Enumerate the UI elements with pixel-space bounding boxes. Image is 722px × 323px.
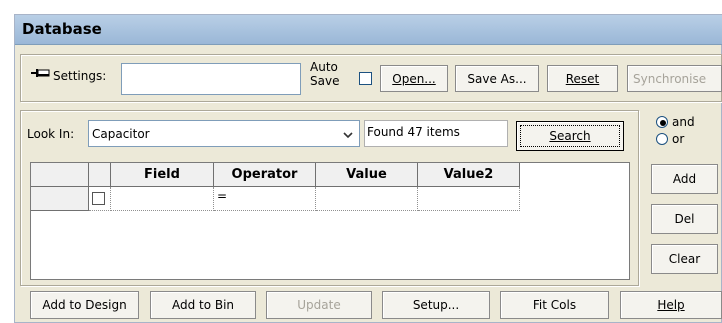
reset-button[interactable]: Reset (547, 65, 618, 92)
fit-cols-button[interactable]: Fit Cols (500, 291, 609, 319)
open-button[interactable]: Open... (380, 65, 448, 92)
search-button[interactable]: Search (516, 121, 624, 151)
update-label: Update (297, 298, 341, 312)
and-radio[interactable] (656, 116, 668, 128)
panel-title-bar (15, 15, 722, 45)
setup-label: Setup... (412, 298, 460, 312)
add-to-design-button[interactable]: Add to Design (30, 291, 139, 319)
add-button-label: Add (672, 172, 697, 186)
setup-button[interactable]: Setup... (382, 291, 490, 319)
row-operator-cell[interactable]: = (214, 187, 316, 211)
row-value2-cell[interactable] (418, 187, 520, 211)
auto-save-checkbox[interactable] (359, 72, 372, 85)
or-label: or (672, 132, 685, 146)
save-as-button[interactable]: Save As... (455, 65, 539, 92)
update-button[interactable]: Update (266, 291, 372, 319)
panel-title: Database (22, 20, 102, 38)
settings-label: Settings: (53, 69, 107, 83)
found-items-text: Found 47 items (367, 125, 460, 139)
add-to-bin-label: Add to Bin (171, 298, 235, 312)
table-row[interactable]: = (31, 187, 520, 211)
look-in-value: Capacitor (92, 127, 150, 141)
row-field-cell[interactable] (111, 187, 214, 211)
clear-button[interactable]: Clear (651, 244, 718, 274)
add-button[interactable]: Add (651, 164, 718, 194)
column-header-value2[interactable]: Value2 (418, 163, 520, 187)
row-value-cell[interactable] (316, 187, 418, 211)
row-check-cell (89, 187, 111, 211)
grid-header-check (89, 163, 111, 187)
del-button-label: Del (674, 212, 695, 226)
clear-button-label: Clear (668, 252, 701, 266)
and-label: and (672, 115, 695, 129)
add-to-bin-button[interactable]: Add to Bin (150, 291, 256, 319)
search-focus-rect (520, 125, 620, 147)
auto-save-label-line1: Auto (310, 60, 338, 74)
row-checkbox[interactable] (92, 192, 105, 205)
column-header-field[interactable]: Field (111, 163, 214, 187)
row-header (31, 187, 89, 211)
pin-icon[interactable] (30, 66, 52, 82)
synchronise-button-label: Synchronise (633, 71, 707, 86)
settings-field[interactable] (121, 63, 301, 95)
reset-button-label: Reset (565, 71, 600, 86)
help-button[interactable]: Help (620, 291, 722, 319)
help-label: Help (657, 298, 685, 312)
synchronise-button[interactable]: Synchronise (627, 65, 722, 92)
open-button-label: Open... (392, 71, 436, 86)
look-in-label: Look In: (27, 127, 75, 141)
or-radio[interactable] (656, 133, 668, 145)
del-button[interactable]: Del (651, 204, 718, 234)
look-in-dropdown[interactable]: Capacitor (88, 120, 360, 147)
found-items-field: Found 47 items (364, 120, 508, 147)
add-to-design-label: Add to Design (42, 298, 127, 312)
column-header-value[interactable]: Value (316, 163, 418, 187)
column-header-operator[interactable]: Operator (214, 163, 316, 187)
auto-save-label-line2: Save (310, 74, 340, 88)
save-as-button-label: Save As... (467, 71, 527, 86)
grid-header-rowhead (31, 163, 89, 187)
fit-cols-label: Fit Cols (532, 298, 577, 312)
chevron-down-icon[interactable] (342, 129, 354, 139)
